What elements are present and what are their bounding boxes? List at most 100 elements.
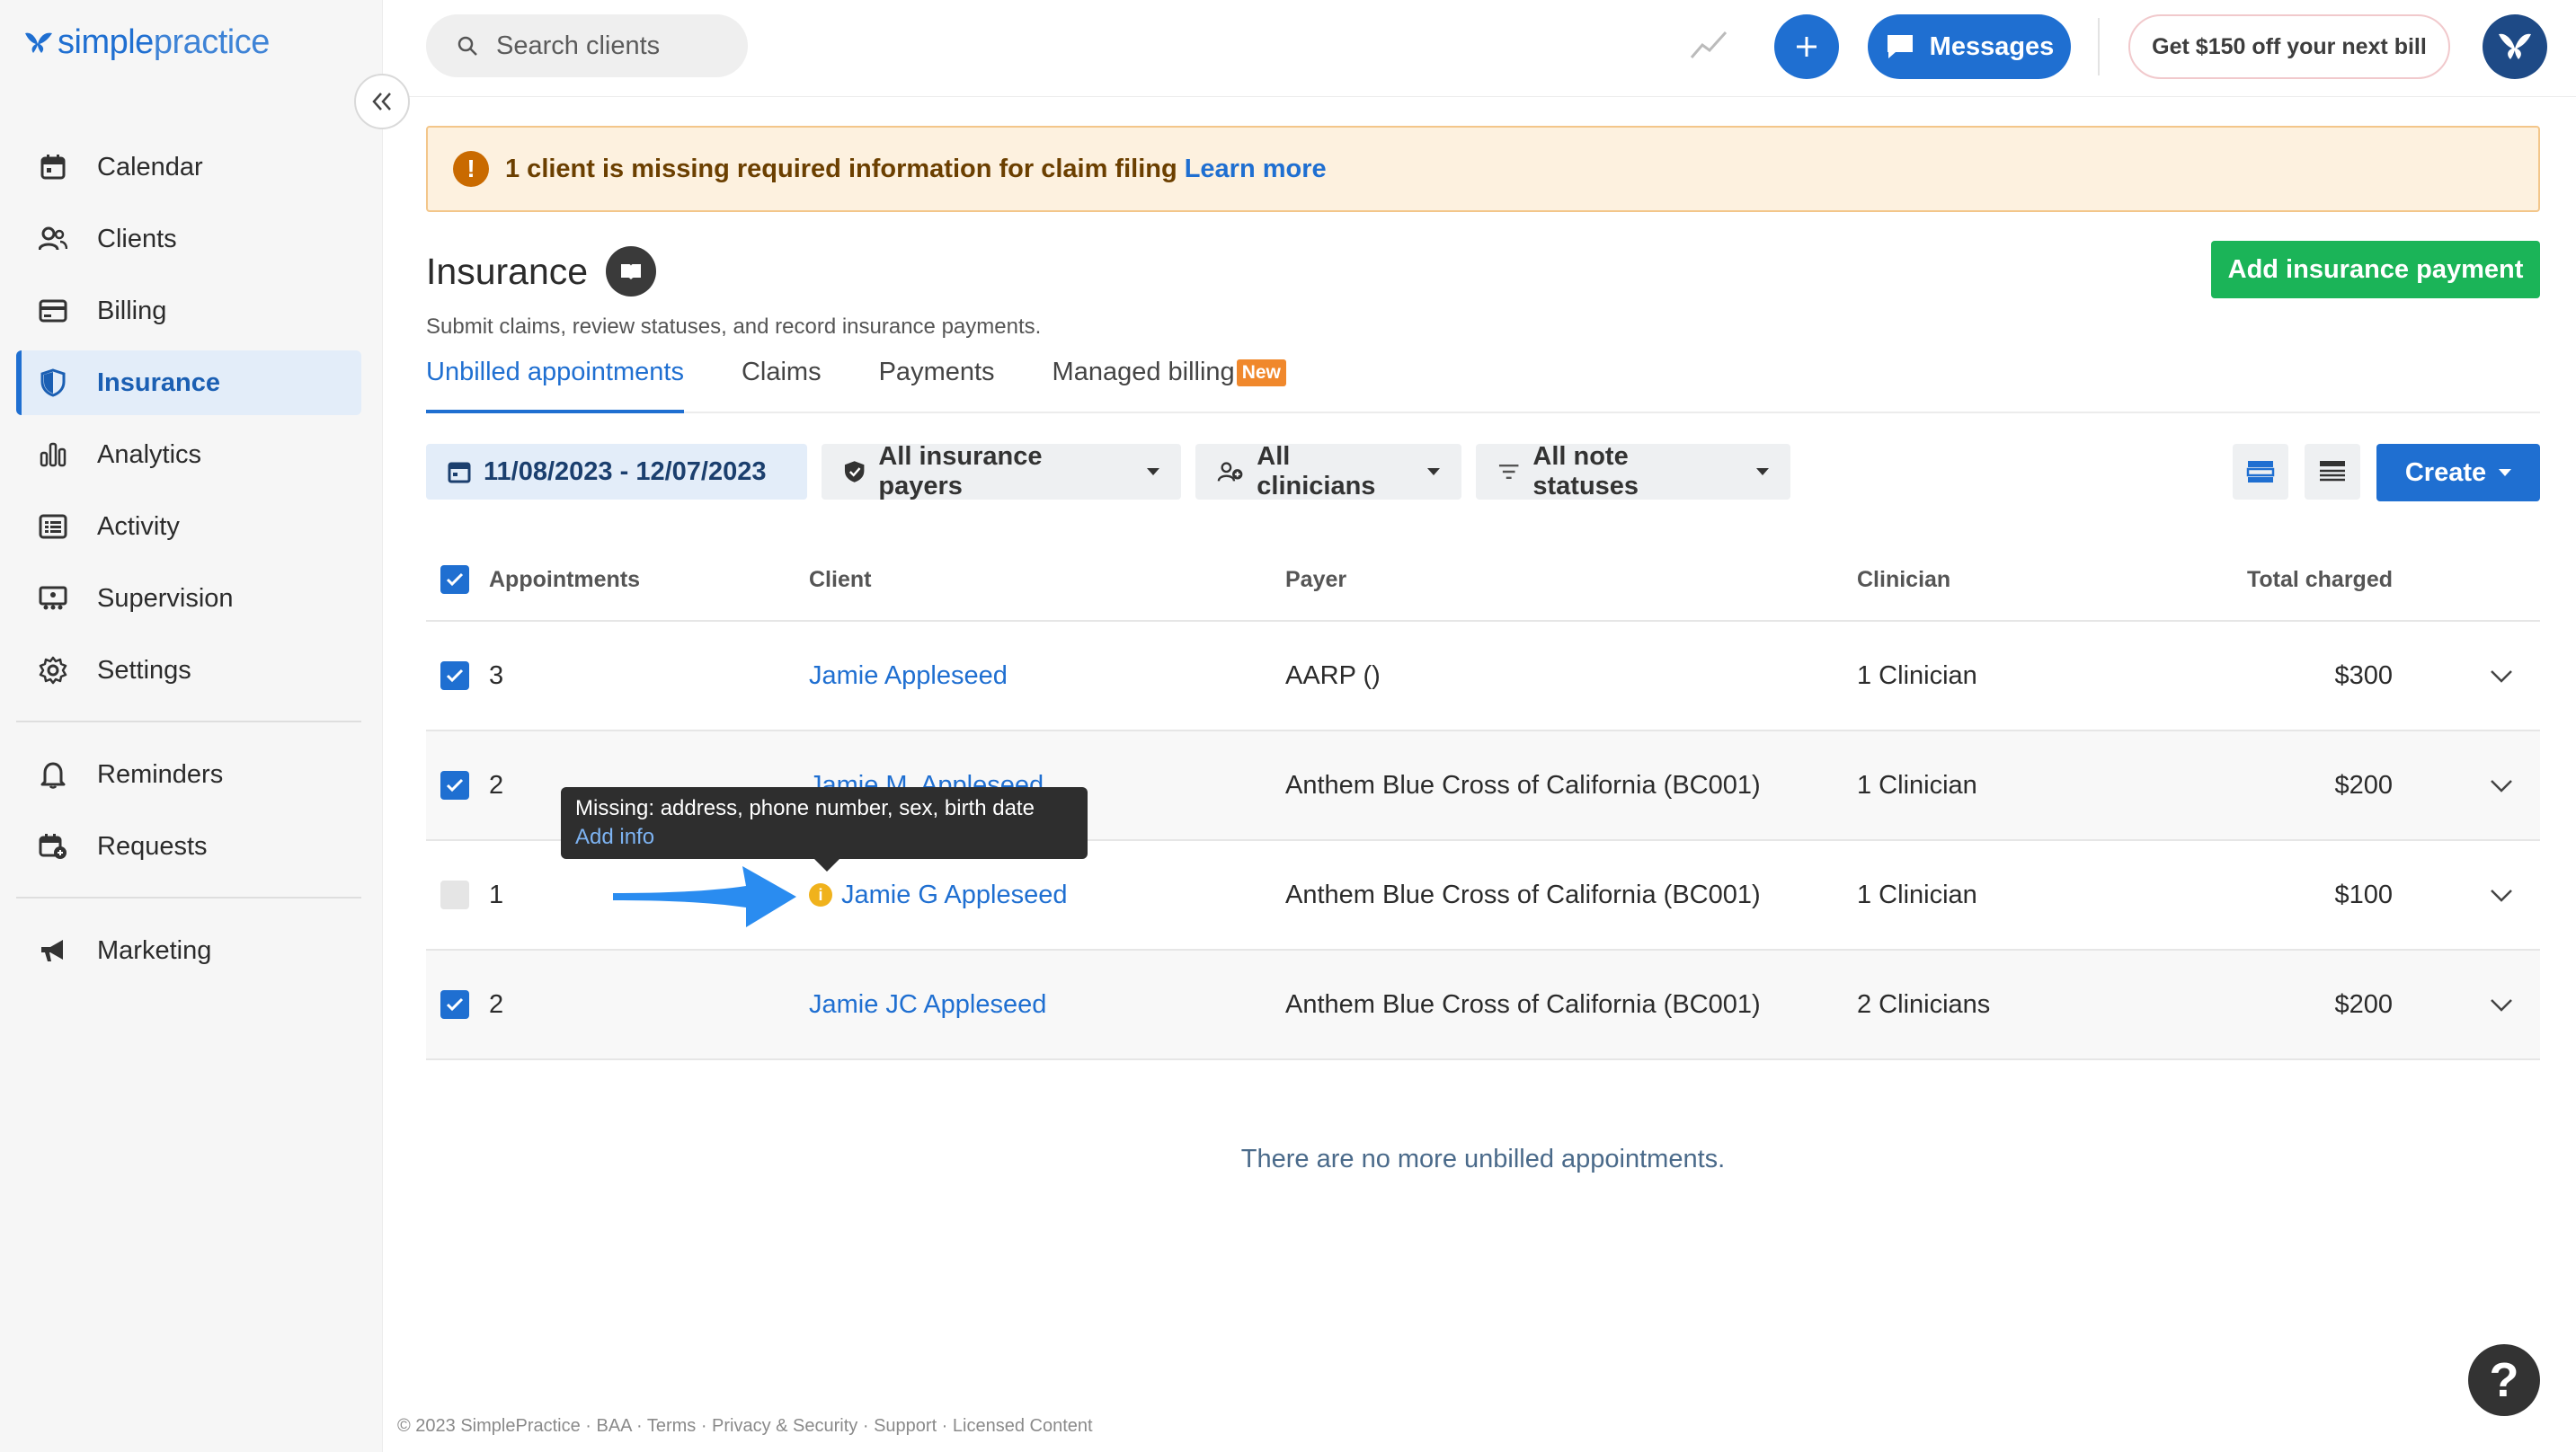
avatar[interactable]	[2483, 14, 2547, 79]
butterfly-icon	[2499, 33, 2531, 59]
sidebar-item-settings[interactable]: Settings	[16, 638, 361, 703]
row-checkbox[interactable]	[440, 771, 469, 800]
sidebar-item-reminders[interactable]: Reminders	[16, 742, 361, 807]
main-nav: Calendar Clients Billing Insurance Analy…	[16, 135, 361, 990]
sidebar-item-insurance[interactable]: Insurance	[16, 350, 361, 415]
bell-icon	[38, 759, 68, 790]
collapse-sidebar-button[interactable]	[354, 74, 410, 129]
row-checkbox[interactable]	[440, 661, 469, 690]
payer-name: Anthem Blue Cross of California (BC001)	[1285, 770, 1761, 800]
sidebar-item-analytics[interactable]: Analytics	[16, 422, 361, 487]
sidebar-item-billing[interactable]: Billing	[16, 279, 361, 343]
client-link[interactable]: Jamie Appleseed	[809, 661, 1008, 691]
table-row: 3 Jamie Appleseed AARP () 1 Clinician $3…	[426, 622, 2540, 731]
date-range-filter[interactable]: 11/08/2023 - 12/07/2023	[426, 444, 807, 500]
page-title-text: Insurance	[426, 250, 589, 292]
add-insurance-payment-button[interactable]: Add insurance payment	[2211, 241, 2540, 298]
sidebar-item-calendar[interactable]: Calendar	[16, 135, 361, 199]
search-icon	[457, 36, 477, 56]
warning-info-icon[interactable]: i	[809, 883, 832, 907]
activity-icon	[38, 511, 68, 542]
question-icon: ?	[2489, 1353, 2519, 1407]
note-status-filter[interactable]: All note statuses	[1476, 442, 1790, 500]
analytics-icon	[38, 439, 68, 470]
appointment-count: 3	[489, 660, 504, 690]
missing-info-tooltip: Missing: address, phone number, sex, bir…	[561, 787, 1088, 872]
add-button[interactable]	[1774, 14, 1839, 79]
client-link[interactable]: i Jamie G Appleseed	[809, 881, 1067, 910]
tab-unbilled-appointments[interactable]: Unbilled appointments	[426, 358, 684, 413]
new-badge: New	[1236, 359, 1286, 386]
sidebar-item-label: Settings	[97, 655, 191, 685]
gear-icon	[38, 655, 68, 686]
add-info-link[interactable]: Add info	[575, 825, 1073, 850]
payers-filter[interactable]: All insurance payers	[822, 442, 1181, 500]
empty-state-message: There are no more unbilled appointments.	[1240, 1145, 1726, 1173]
checkbox-checked	[440, 565, 469, 594]
sidebar-item-label: Analytics	[97, 439, 202, 469]
sidebar-item-activity[interactable]: Activity	[16, 494, 361, 559]
header-client[interactable]: Client	[809, 567, 871, 593]
page-title: Insurance	[426, 246, 657, 297]
create-label: Create	[2404, 457, 2487, 487]
page-subtitle: Submit claims, review statuses, and reco…	[426, 314, 1042, 339]
chevron-down-icon[interactable]	[2490, 881, 2513, 910]
sidebar-item-marketing[interactable]: Marketing	[16, 918, 361, 983]
chevron-down-icon[interactable]	[2490, 990, 2513, 1020]
simplepractice-logo[interactable]: simplepractice	[23, 23, 270, 62]
detail-view-button[interactable]	[2305, 444, 2360, 500]
row-checkbox[interactable]	[440, 881, 469, 909]
sidebar-item-requests[interactable]: Requests	[16, 814, 361, 879]
create-button[interactable]: Create	[2376, 444, 2540, 501]
requests-icon	[38, 831, 68, 862]
sidebar-item-label: Insurance	[97, 367, 220, 397]
calendar-icon	[38, 152, 68, 182]
chevron-down-icon[interactable]	[2490, 771, 2513, 801]
header-appointments[interactable]: Appointments	[489, 567, 640, 593]
sidebar-item-label: Marketing	[97, 935, 212, 965]
sidebar-item-label: Requests	[97, 831, 208, 861]
tab-managed-billing[interactable]: Managed billing New	[1053, 358, 1286, 412]
sidebar-item-clients[interactable]: Clients	[16, 207, 361, 271]
header-payer[interactable]: Payer	[1285, 567, 1346, 593]
clinician-count: 1 Clinician	[1857, 660, 1977, 690]
table-row: 2 Jamie JC Appleseed Anthem Blue Cross o…	[426, 951, 2540, 1060]
sidebar-item-supervision[interactable]: Supervision	[16, 566, 361, 631]
billing-icon	[38, 296, 68, 326]
alert-text: 1 client is missing required information…	[505, 154, 1177, 183]
header-total-charged[interactable]: Total charged	[2247, 567, 2393, 593]
shield-check-icon	[844, 461, 865, 483]
footer-links[interactable]: © 2023 SimplePractice · BAA · Terms · Pr…	[397, 1416, 1093, 1437]
chevron-down-icon[interactable]	[2490, 661, 2513, 691]
list-view-button[interactable]	[2233, 444, 2288, 500]
payer-name: AARP ()	[1285, 660, 1381, 690]
caret-down-icon	[1427, 468, 1440, 475]
supervision-icon	[38, 583, 68, 614]
header-clinician[interactable]: Clinician	[1857, 567, 1950, 593]
clinician-count: 1 Clinician	[1857, 770, 1977, 800]
search-input[interactable]: Search clients	[426, 14, 748, 77]
learn-more-link[interactable]: Learn more	[1185, 155, 1327, 184]
sidebar-item-label: Calendar	[97, 152, 203, 182]
payer-name: Anthem Blue Cross of California (BC001)	[1285, 989, 1761, 1019]
promo-button[interactable]: Get $150 off your next bill	[2128, 14, 2450, 79]
plus-icon	[1797, 37, 1817, 57]
messages-button[interactable]: Messages	[1868, 14, 2071, 79]
tab-bar: Unbilled appointments Claims Payments Ma…	[426, 358, 2540, 413]
tab-payments[interactable]: Payments	[879, 358, 995, 412]
double-chevron-left-icon	[372, 93, 391, 111]
client-link[interactable]: Jamie JC Appleseed	[809, 990, 1046, 1020]
clinicians-filter[interactable]: All clinicians	[1195, 442, 1461, 500]
trend-icon[interactable]	[1690, 27, 1729, 63]
shield-icon	[38, 367, 68, 398]
book-icon[interactable]	[606, 246, 657, 297]
messages-label: Messages	[1929, 31, 2055, 61]
top-bar: Search clients Messages Get $150 off you…	[383, 0, 2576, 97]
tab-claims[interactable]: Claims	[742, 358, 822, 412]
sidebar: simplepractice Calendar Clients Billing …	[0, 0, 383, 1452]
clinician-count: 1 Clinician	[1857, 880, 1977, 909]
select-all-checkbox[interactable]	[440, 565, 469, 594]
row-checkbox[interactable]	[440, 990, 469, 1019]
clinicians-icon	[1217, 462, 1243, 482]
help-button[interactable]: ?	[2468, 1344, 2540, 1416]
